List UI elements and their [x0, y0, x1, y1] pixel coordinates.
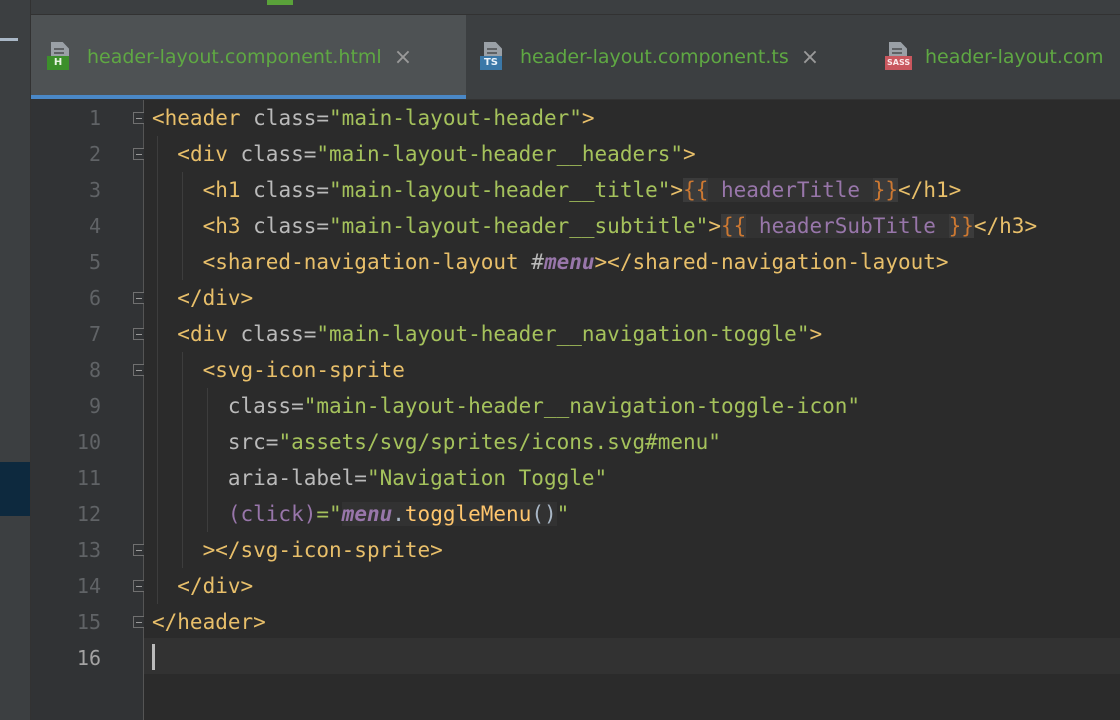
line-number: 11 [76, 466, 101, 490]
line-number: 15 [76, 610, 101, 634]
code-line-10: src="assets/svg/sprites/icons.svg#menu" [227, 430, 721, 454]
tab-label: header-layout.component.html [87, 46, 382, 68]
tab-ts[interactable]: TS header-layout.component.ts × [480, 15, 819, 99]
tab-label: header-layout.component.ts [520, 46, 789, 68]
code-line-15: </header> [152, 610, 266, 634]
status-marker [267, 0, 293, 5]
line-number-gutter: 1 2 3 4 5 6 7 8 9 10 11 12 13 14 15 16 [31, 100, 145, 720]
html-file-icon: H [47, 42, 75, 72]
text-caret [152, 644, 155, 670]
tab-label: header-layout.com [925, 46, 1104, 68]
sass-file-icon: SASS [885, 42, 913, 72]
line-number: 4 [88, 214, 101, 238]
code-editor[interactable]: <header class="main-layout-header"> <div… [144, 100, 1120, 720]
typescript-file-icon: TS [480, 42, 508, 72]
line-number: 8 [88, 358, 101, 382]
line-number: 14 [76, 574, 101, 598]
close-icon[interactable]: × [801, 45, 819, 70]
code-line-5: <shared-navigation-layout #menu></shared… [202, 250, 949, 274]
code-line-2: <div class="main-layout-header__headers"… [177, 142, 696, 166]
current-line-highlight [144, 638, 1120, 674]
code-line-7: <div class="main-layout-header__navigati… [177, 322, 823, 346]
close-icon[interactable]: × [394, 45, 412, 70]
code-line-4: <h3 class="main-layout-header__subtitle"… [202, 214, 1038, 238]
code-line-3: <h1 class="main-layout-header__title">{{… [202, 178, 962, 202]
line-number: 16 [76, 646, 101, 670]
line-number: 13 [76, 538, 101, 562]
line-number: 1 [88, 106, 101, 130]
line-number: 6 [88, 286, 101, 310]
code-line-14: </div> [177, 574, 254, 598]
code-line-13: ></svg-icon-sprite> [202, 538, 443, 562]
line-number: 3 [88, 178, 101, 202]
editor-tab-bar: H header-layout.component.html × TS head… [31, 0, 1120, 100]
code-line-12: (click)="menu.toggleMenu()" [227, 502, 570, 526]
line-number: 5 [88, 250, 101, 274]
code-line-9: class="main-layout-header__navigation-to… [227, 394, 861, 418]
line-number: 12 [76, 502, 101, 526]
line-number: 2 [88, 142, 101, 166]
code-line-6: </div> [177, 286, 254, 310]
selected-tool-marker [0, 462, 30, 516]
tab-sass[interactable]: SASS header-layout.com [885, 15, 1103, 99]
line-number: 7 [88, 322, 101, 346]
tab-html[interactable]: H header-layout.component.html × [31, 15, 466, 99]
line-number: 10 [76, 430, 101, 454]
code-line-1: <header class="main-layout-header"> [152, 106, 595, 130]
code-line-11: aria-label="Navigation Toggle" [227, 466, 608, 490]
collapse-icon[interactable] [0, 38, 18, 41]
tool-window-strip [0, 0, 31, 720]
code-line-8: <svg-icon-sprite [202, 358, 405, 382]
line-number: 9 [88, 394, 101, 418]
